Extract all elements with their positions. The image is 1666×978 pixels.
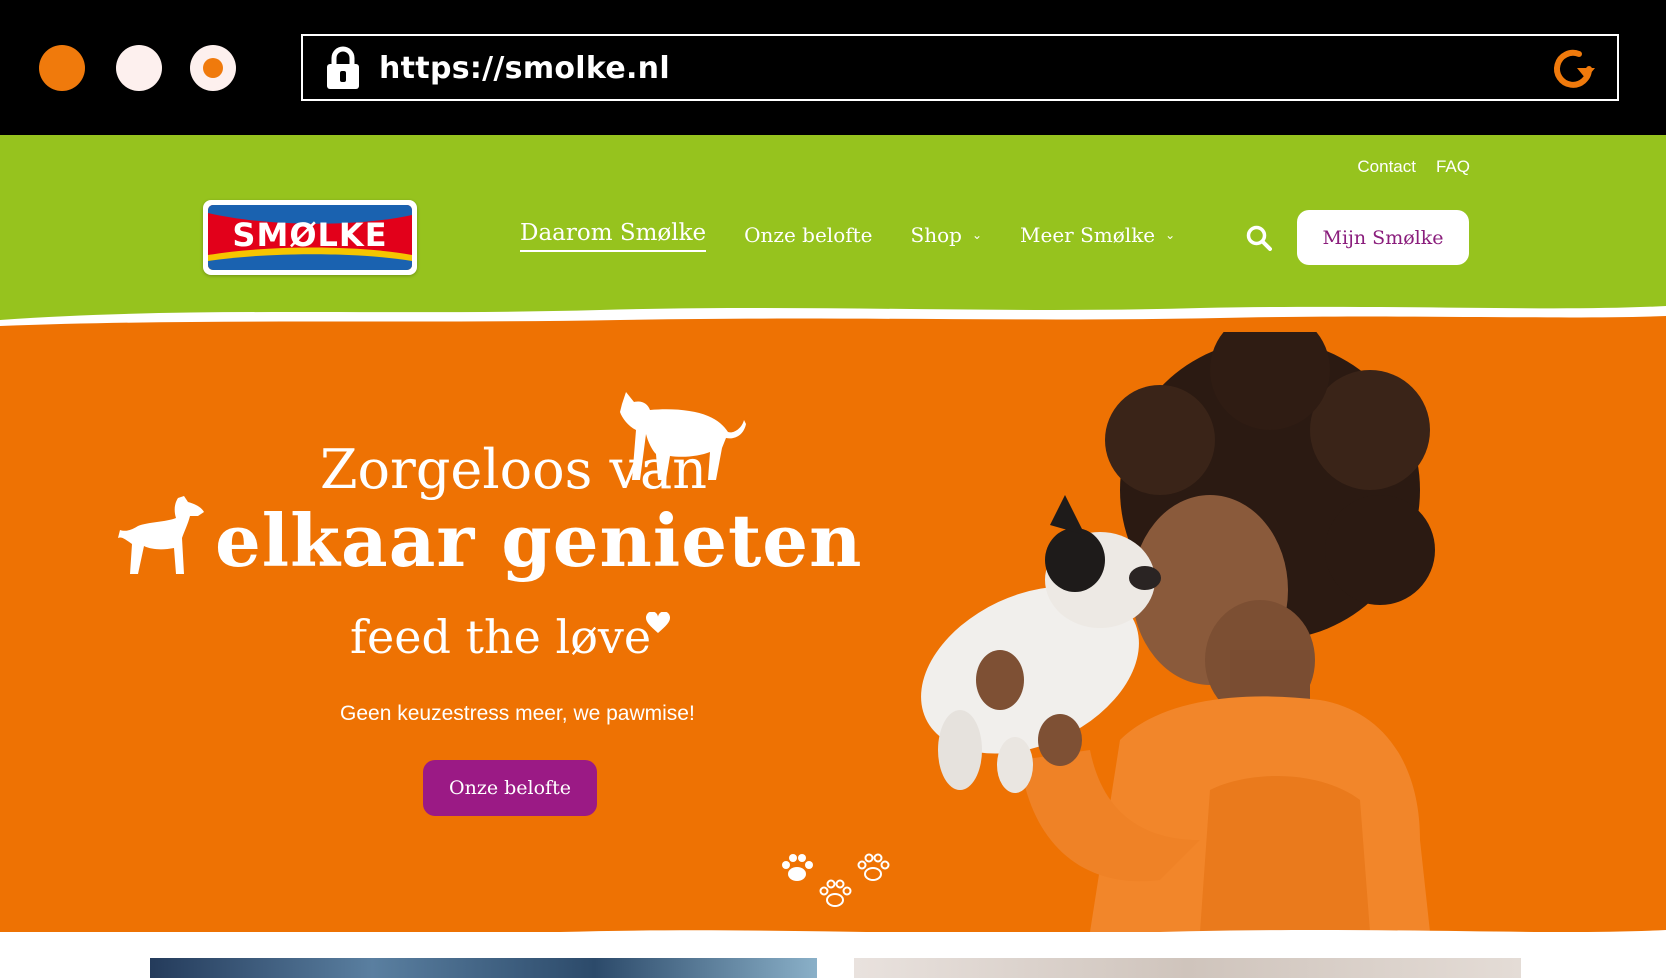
hero-headline-line2: elkaar genieten xyxy=(215,498,863,583)
heart-icon xyxy=(646,612,670,633)
paw-print-icon xyxy=(782,854,813,881)
nav-shop[interactable]: Shop ⌄ xyxy=(911,223,983,247)
chevron-down-icon: ⌄ xyxy=(1165,228,1176,242)
nav-label: Daarom Smølke xyxy=(520,220,707,246)
lock-icon xyxy=(327,46,359,89)
window-minimize-dot[interactable] xyxy=(116,45,162,91)
hero-subtext: Geen keuzestress meer, we pawmise! xyxy=(340,702,695,725)
nav-onze-belofte[interactable]: Onze belofte xyxy=(744,223,872,247)
nav-label: Meer Smølke xyxy=(1020,223,1156,247)
logo-text: SMØLKE xyxy=(232,216,388,254)
search-icon[interactable] xyxy=(1246,225,1272,251)
nav-label: Shop xyxy=(910,223,962,247)
header-torn-edge xyxy=(0,306,1666,332)
window-maximize-dot[interactable] xyxy=(190,45,236,91)
address-bar[interactable]: https://smolke.nl xyxy=(301,34,1619,101)
nav-meer-smolke[interactable]: Meer Smølke ⌄ xyxy=(1020,223,1175,247)
reload-icon[interactable] xyxy=(1549,48,1597,90)
nav-daarom-smolke[interactable]: Daarom Smølke xyxy=(520,220,707,252)
utility-links: Contact FAQ xyxy=(1357,157,1470,177)
onze-belofte-button[interactable]: Onze belofte xyxy=(423,760,597,816)
url-text: https://smolke.nl xyxy=(379,51,670,86)
mijn-smolke-button[interactable]: Mijn Smølke xyxy=(1297,210,1469,265)
logo-badge: SMØLKE xyxy=(208,205,412,270)
main-nav: Daarom Smølke Onze belofte Shop ⌄ Meer S… xyxy=(520,220,1213,252)
content-card-image[interactable] xyxy=(150,958,817,978)
content-card-image[interactable] xyxy=(854,958,1521,978)
hero-headline-line1: Zorgeloos van xyxy=(320,438,708,501)
smolke-logo[interactable]: SMØLKE xyxy=(203,200,417,275)
dog-silhouette-icon xyxy=(118,496,204,574)
browser-chrome: https://smolke.nl xyxy=(0,0,1666,135)
paw-print-icon xyxy=(857,853,890,881)
nav-label: Onze belofte xyxy=(744,223,873,247)
window-close-dot[interactable] xyxy=(39,45,85,91)
contact-link[interactable]: Contact xyxy=(1357,157,1416,177)
paw-print-icon xyxy=(819,879,852,907)
faq-link[interactable]: FAQ xyxy=(1436,157,1470,177)
hero-tagline: feed the løve xyxy=(350,610,652,664)
site-header: Contact FAQ SMØLKE Daarom Smølke Onze be… xyxy=(0,135,1666,320)
chevron-down-icon: ⌄ xyxy=(971,228,983,242)
hero-photo-woman-with-puppy xyxy=(921,320,1435,932)
hero-banner: Zorgeloos van elkaar genieten feed the l… xyxy=(0,320,1666,932)
